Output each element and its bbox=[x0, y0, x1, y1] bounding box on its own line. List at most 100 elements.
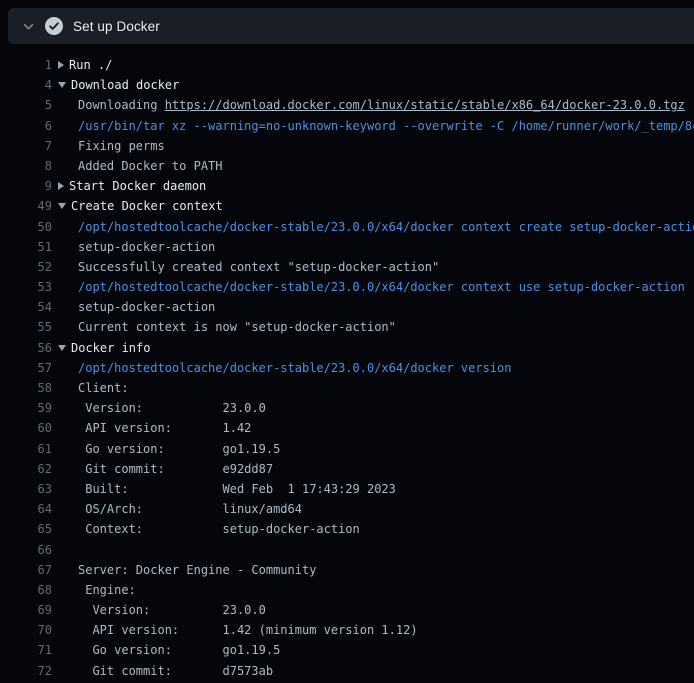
line-number[interactable]: 50 bbox=[0, 217, 52, 237]
log-text: API version: 1.42 (minimum version 1.12) bbox=[78, 623, 418, 637]
log-line: 68 Engine: bbox=[0, 580, 694, 600]
log-line: 52 Successfully created context "setup-d… bbox=[0, 257, 694, 277]
log-command-text: /opt/hostedtoolcache/docker-stable/23.0.… bbox=[78, 280, 685, 294]
step-title: Set up Docker bbox=[73, 19, 160, 34]
log-group-row[interactable]: 49 Create Docker context bbox=[0, 196, 694, 216]
line-number[interactable]: 61 bbox=[0, 439, 52, 459]
group-collapse-icon[interactable] bbox=[58, 82, 66, 88]
line-number[interactable]: 51 bbox=[0, 237, 52, 257]
step-header[interactable]: Set up Docker bbox=[8, 8, 694, 44]
log-line: 60 API version: 1.42 bbox=[0, 418, 694, 438]
line-number[interactable]: 56 bbox=[0, 338, 52, 358]
log-text: Added Docker to PATH bbox=[78, 159, 223, 173]
line-number[interactable]: 67 bbox=[0, 560, 52, 580]
log-line: 70 API version: 1.42 (minimum version 1.… bbox=[0, 620, 694, 640]
line-number[interactable]: 72 bbox=[0, 661, 52, 681]
group-title: Run ./ bbox=[69, 55, 112, 75]
line-number[interactable]: 69 bbox=[0, 600, 52, 620]
line-number[interactable]: 66 bbox=[0, 540, 52, 560]
log-line: 59 Version: 23.0.0 bbox=[0, 398, 694, 418]
log-text: Git commit: e92dd87 bbox=[78, 462, 273, 476]
log-text: Fixing perms bbox=[78, 139, 165, 153]
line-number[interactable]: 53 bbox=[0, 277, 52, 297]
log-text: Downloading bbox=[78, 98, 165, 112]
line-number[interactable]: 4 bbox=[0, 75, 52, 95]
log-line: 51 setup-docker-action bbox=[0, 237, 694, 257]
log-text: Engine: bbox=[78, 583, 136, 597]
line-number[interactable]: 59 bbox=[0, 398, 52, 418]
line-number[interactable]: 58 bbox=[0, 378, 52, 398]
line-number[interactable]: 7 bbox=[0, 136, 52, 156]
line-number[interactable]: 68 bbox=[0, 580, 52, 600]
line-number[interactable]: 63 bbox=[0, 479, 52, 499]
log-line: 64 OS/Arch: linux/amd64 bbox=[0, 499, 694, 519]
group-collapse-icon[interactable] bbox=[58, 203, 66, 209]
line-number[interactable]: 9 bbox=[0, 176, 52, 196]
log-text: OS/Arch: linux/amd64 bbox=[78, 502, 302, 516]
log-line: 66 bbox=[0, 540, 694, 560]
log-line: 8 Added Docker to PATH bbox=[0, 156, 694, 176]
line-number[interactable]: 62 bbox=[0, 459, 52, 479]
log-url-link[interactable]: https://download.docker.com/linux/static… bbox=[165, 98, 685, 112]
group-title: Create Docker context bbox=[71, 196, 223, 216]
log-area[interactable]: 1 Run ./ 4 Download docker 5 Downloading… bbox=[0, 44, 694, 683]
line-number[interactable]: 71 bbox=[0, 640, 52, 660]
log-text: Server: Docker Engine - Community bbox=[78, 563, 316, 577]
log-text: Go version: go1.19.5 bbox=[78, 442, 280, 456]
group-expand-icon[interactable] bbox=[58, 61, 64, 69]
log-line: 57 /opt/hostedtoolcache/docker-stable/23… bbox=[0, 358, 694, 378]
line-number[interactable]: 54 bbox=[0, 297, 52, 317]
log-line: 5 Downloading https://download.docker.co… bbox=[0, 95, 694, 115]
log-line: 61 Go version: go1.19.5 bbox=[0, 439, 694, 459]
line-number[interactable]: 60 bbox=[0, 418, 52, 438]
log-group-row[interactable]: 9 Start Docker daemon bbox=[0, 176, 694, 196]
log-text: Built: Wed Feb 1 17:43:29 2023 bbox=[78, 482, 396, 496]
log-group-row[interactable]: 4 Download docker bbox=[0, 75, 694, 95]
log-group-row[interactable]: 56 Docker info bbox=[0, 338, 694, 358]
group-title: Start Docker daemon bbox=[69, 176, 206, 196]
log-line: 72 Git commit: d7573ab bbox=[0, 661, 694, 681]
group-expand-icon[interactable] bbox=[58, 182, 64, 190]
group-title: Download docker bbox=[71, 75, 179, 95]
line-number[interactable]: 6 bbox=[0, 116, 52, 136]
log-line: 65 Context: setup-docker-action bbox=[0, 519, 694, 539]
line-number[interactable]: 5 bbox=[0, 95, 52, 115]
log-text: Client: bbox=[78, 381, 129, 395]
group-collapse-icon[interactable] bbox=[58, 345, 66, 351]
chevron-down-icon[interactable] bbox=[21, 19, 35, 33]
line-number[interactable]: 55 bbox=[0, 317, 52, 337]
line-number[interactable]: 64 bbox=[0, 499, 52, 519]
log-text: Context: setup-docker-action bbox=[78, 522, 360, 536]
log-text: setup-docker-action bbox=[78, 240, 215, 254]
line-number[interactable]: 65 bbox=[0, 519, 52, 539]
log-command-text: /usr/bin/tar xz --warning=no-unknown-key… bbox=[78, 119, 694, 133]
line-number[interactable]: 49 bbox=[0, 196, 52, 216]
log-line: 55 Current context is now "setup-docker-… bbox=[0, 317, 694, 337]
line-number[interactable]: 70 bbox=[0, 620, 52, 640]
line-number[interactable]: 1 bbox=[0, 55, 52, 75]
log-text: Version: 23.0.0 bbox=[78, 401, 266, 415]
log-line: 71 Go version: go1.19.5 bbox=[0, 640, 694, 660]
log-command-text: /opt/hostedtoolcache/docker-stable/23.0.… bbox=[78, 220, 694, 234]
log-text: API version: 1.42 bbox=[78, 421, 251, 435]
log-text: Git commit: d7573ab bbox=[78, 664, 273, 678]
log-text: Go version: go1.19.5 bbox=[78, 643, 280, 657]
log-line: 58 Client: bbox=[0, 378, 694, 398]
log-line: 62 Git commit: e92dd87 bbox=[0, 459, 694, 479]
line-number[interactable]: 52 bbox=[0, 257, 52, 277]
log-line: 67 Server: Docker Engine - Community bbox=[0, 560, 694, 580]
line-number[interactable]: 8 bbox=[0, 156, 52, 176]
log-text: Version: 23.0.0 bbox=[78, 603, 266, 617]
log-line: 54 setup-docker-action bbox=[0, 297, 694, 317]
log-text: Current context is now "setup-docker-act… bbox=[78, 320, 396, 334]
log-line: 6 /usr/bin/tar xz --warning=no-unknown-k… bbox=[0, 116, 694, 136]
group-title: Docker info bbox=[71, 338, 150, 358]
log-line: 69 Version: 23.0.0 bbox=[0, 600, 694, 620]
log-line: 50 /opt/hostedtoolcache/docker-stable/23… bbox=[0, 217, 694, 237]
log-group-row[interactable]: 1 Run ./ bbox=[0, 55, 694, 75]
line-number[interactable]: 57 bbox=[0, 358, 52, 378]
log-line: 7 Fixing perms bbox=[0, 136, 694, 156]
log-text: setup-docker-action bbox=[78, 300, 215, 314]
log-line: 53 /opt/hostedtoolcache/docker-stable/23… bbox=[0, 277, 694, 297]
log-command-text: /opt/hostedtoolcache/docker-stable/23.0.… bbox=[78, 361, 511, 375]
